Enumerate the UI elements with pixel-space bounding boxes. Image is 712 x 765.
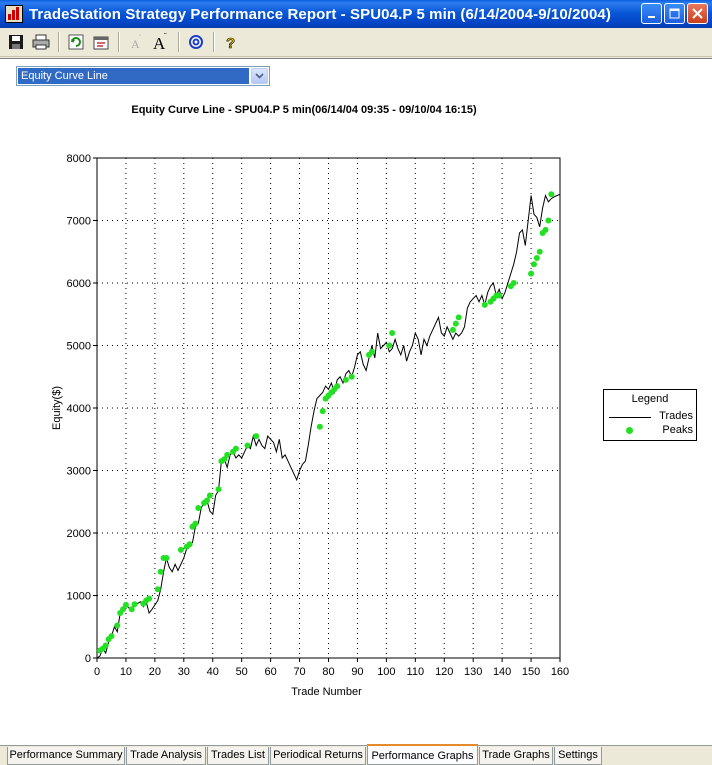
x-tick-label: 100 <box>377 666 395 678</box>
x-tick-label: 120 <box>435 666 453 678</box>
equity-curve-chart: 0 10 20 30 40 50 60 70 80 90 100 110 120 130 140 150 160… <box>51 153 569 698</box>
y-tick-label: 2000 <box>67 528 91 540</box>
y-tick-label: 1000 <box>67 591 91 603</box>
legend-label-peaks: Peaks <box>662 424 693 436</box>
tab-trade-analysis[interactable]: Trade Analysis <box>126 747 206 765</box>
peak-point <box>449 326 456 333</box>
peak-point <box>146 595 153 602</box>
peak-point <box>215 486 222 493</box>
peak-point <box>154 586 161 593</box>
peak-point <box>496 292 503 299</box>
peak-point <box>244 442 251 449</box>
legend-dot-swatch <box>626 427 633 434</box>
peak-point <box>533 255 540 261</box>
x-tick-label: 150 <box>522 666 540 678</box>
peak-point <box>131 601 138 608</box>
x-tick-label: 110 <box>407 666 425 678</box>
legend-item-trades: Trades <box>604 410 696 424</box>
peak-point <box>386 342 393 349</box>
x-tick-label: 90 <box>351 666 363 678</box>
peak-point <box>108 633 115 640</box>
y-tick-label: 7000 <box>67 216 91 228</box>
y-tick-label: 3000 <box>67 466 91 478</box>
peak-point <box>122 601 129 608</box>
y-axis-label: Equity($) <box>51 386 63 430</box>
x-tick-label: 10 <box>120 666 132 678</box>
peak-point <box>536 248 543 255</box>
x-tick-label: 160 <box>551 666 569 678</box>
peak-point <box>319 408 326 415</box>
peak-point <box>528 270 535 277</box>
peak-point <box>206 492 213 499</box>
peak-point <box>452 320 459 327</box>
x-tick-label: 30 <box>178 666 190 678</box>
y-tick-label: 0 <box>85 653 91 665</box>
peak-point <box>163 555 170 561</box>
legend-title: Legend <box>631 393 669 405</box>
peak-point <box>389 330 396 336</box>
tab-performance-summary[interactable]: Performance Summary <box>7 747 125 765</box>
peak-point <box>177 546 184 553</box>
x-tick-label: 130 <box>464 666 482 678</box>
peak-point <box>455 314 462 321</box>
peak-point <box>192 520 199 527</box>
y-tick-label: 5000 <box>67 341 91 353</box>
y-tick-label: 6000 <box>67 278 91 290</box>
x-tick-label: 80 <box>322 666 334 678</box>
peak-point <box>128 606 135 613</box>
peak-point <box>253 433 260 440</box>
x-tick-label: 40 <box>207 666 219 678</box>
peak-point <box>548 191 555 198</box>
tab-settings[interactable]: Settings <box>554 747 602 765</box>
report-tabs: Performance Summary Trade Analysis Trade… <box>0 744 712 765</box>
x-tick-label: 20 <box>149 666 161 678</box>
x-axis-label: Trade Number <box>291 686 362 698</box>
y-tick-label: 4000 <box>67 403 91 415</box>
peak-point <box>203 497 210 504</box>
peak-point <box>368 348 375 355</box>
peak-point <box>186 541 193 548</box>
x-tick-label: 140 <box>493 666 511 678</box>
x-tick-label: 60 <box>265 666 277 678</box>
tab-periodical-returns[interactable]: Periodical Returns <box>270 747 366 765</box>
peak-point <box>195 505 202 511</box>
peak-point <box>348 373 355 380</box>
peak-point <box>224 451 231 458</box>
peak-point <box>334 383 341 390</box>
peak-point <box>481 301 488 308</box>
peak-point <box>342 376 349 383</box>
tab-trades-list[interactable]: Trades List <box>207 747 269 765</box>
x-tick-label: 50 <box>236 666 248 678</box>
x-tick-label: 0 <box>94 666 100 678</box>
legend-item-peaks: Peaks <box>604 424 696 438</box>
peak-point <box>114 622 121 629</box>
peak-point <box>530 261 537 268</box>
legend-line-swatch <box>609 417 651 418</box>
peak-point <box>232 445 239 452</box>
legend-label-trades: Trades <box>659 410 693 422</box>
peak-point <box>545 217 552 224</box>
peak-point <box>157 568 164 575</box>
x-tick-label: 70 <box>293 666 305 678</box>
peak-point <box>542 226 549 233</box>
tab-trade-graphs[interactable]: Trade Graphs <box>479 747 553 765</box>
peak-point <box>510 280 517 286</box>
peak-point <box>102 642 109 649</box>
y-tick-label: 8000 <box>67 153 91 165</box>
chart-legend: Legend Trades Peaks <box>603 389 697 441</box>
tab-performance-graphs[interactable]: Performance Graphs <box>367 744 478 765</box>
peak-point <box>316 423 323 430</box>
